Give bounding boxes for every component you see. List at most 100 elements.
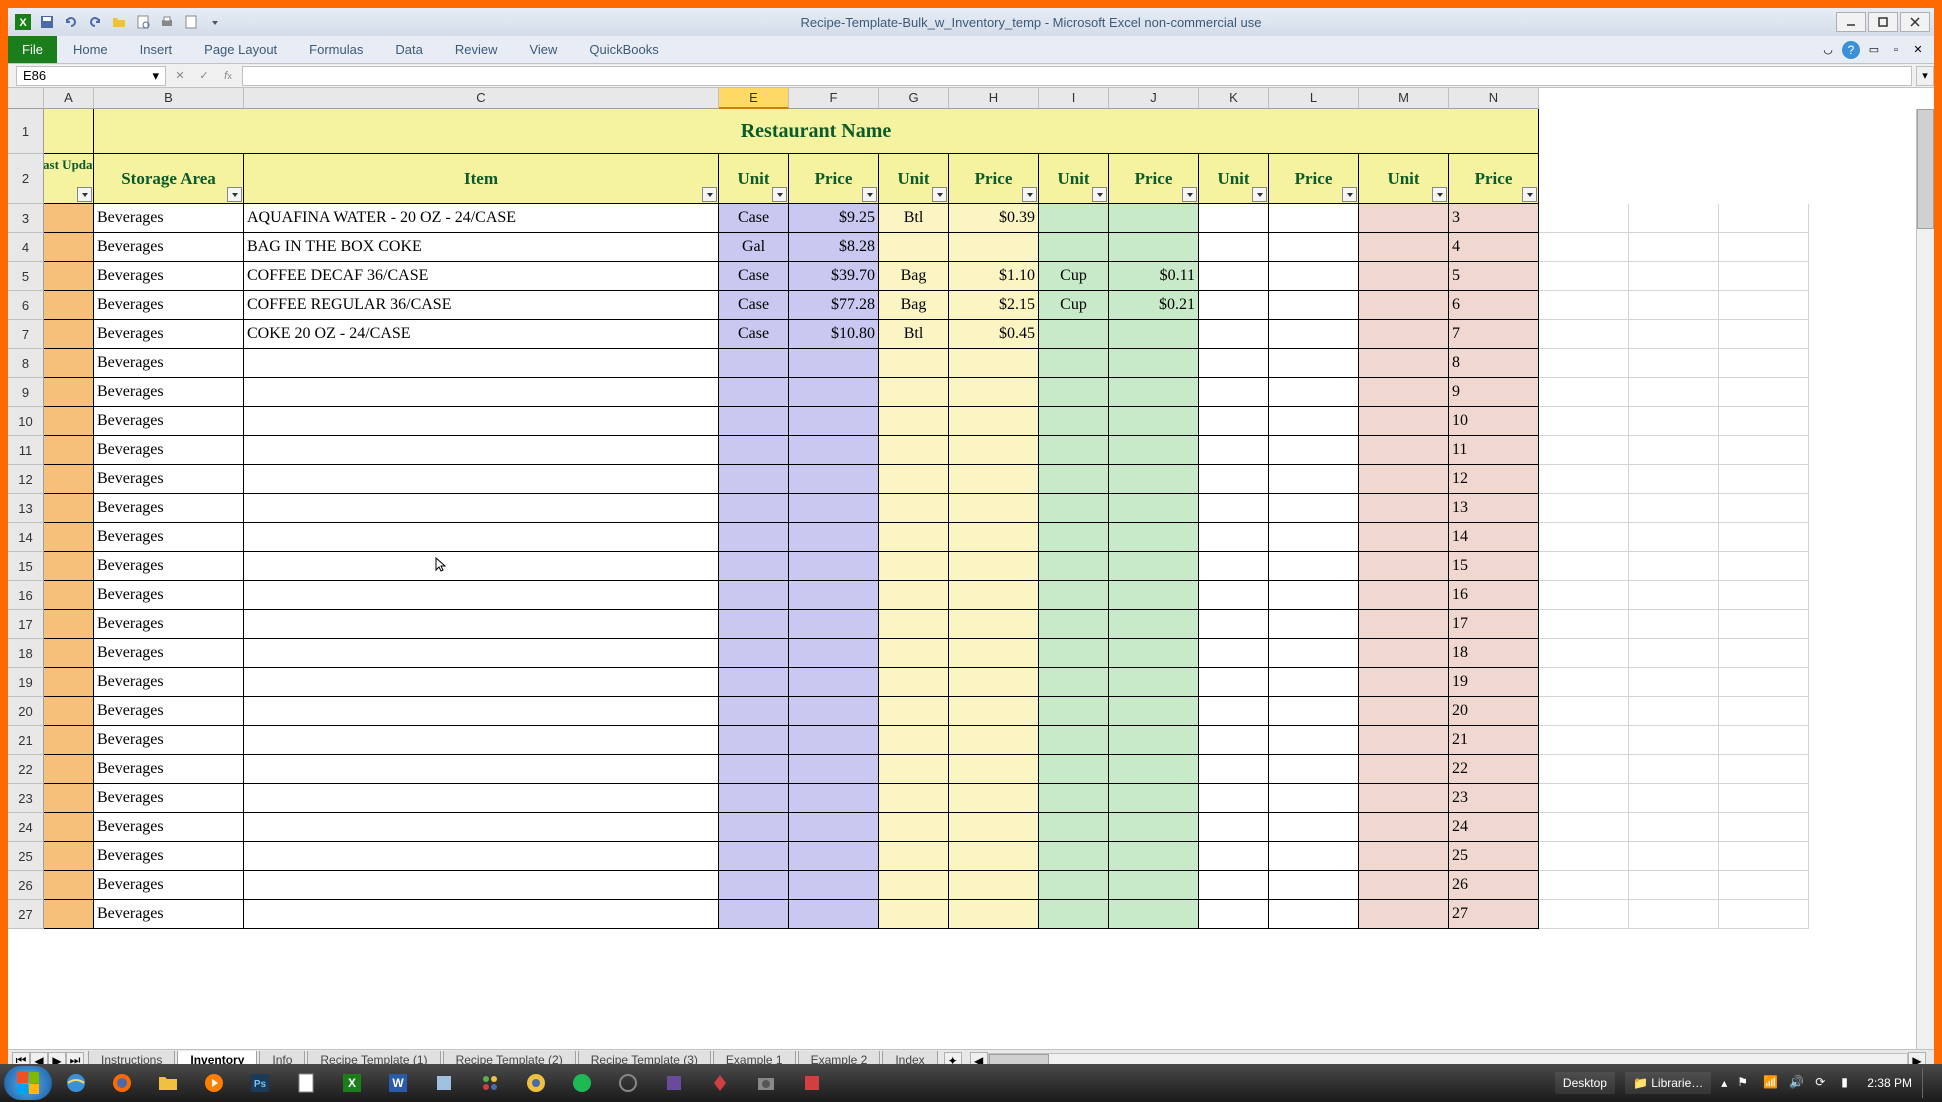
cell-J12[interactable]	[1109, 465, 1199, 494]
cell-G12[interactable]	[879, 465, 949, 494]
cell-blank[interactable]	[1719, 784, 1809, 813]
filter-button-K[interactable]	[1252, 187, 1267, 202]
row-header-26[interactable]: 26	[8, 871, 44, 900]
cell-blank[interactable]	[1539, 610, 1629, 639]
start-button[interactable]	[4, 1066, 52, 1100]
cell-F25[interactable]	[789, 842, 879, 871]
file-tab[interactable]: File	[8, 36, 57, 63]
cell-blank[interactable]	[1719, 755, 1809, 784]
cell-F5[interactable]: $39.70	[789, 262, 879, 291]
cell-blank[interactable]	[1719, 320, 1809, 349]
cell-M6[interactable]	[1359, 291, 1449, 320]
column-header-K[interactable]: K	[1199, 88, 1269, 109]
cell-blank[interactable]	[1539, 378, 1629, 407]
cell-F15[interactable]	[789, 552, 879, 581]
cell-blank[interactable]	[1629, 726, 1719, 755]
battery-icon[interactable]: ▮	[1841, 1075, 1857, 1091]
cell-K14[interactable]	[1199, 523, 1269, 552]
cell-L4[interactable]	[1269, 233, 1359, 262]
cell-C27[interactable]	[244, 900, 719, 929]
cell-B6[interactable]: Beverages	[94, 291, 244, 320]
cell-L6[interactable]	[1269, 291, 1359, 320]
cell-E9[interactable]	[719, 378, 789, 407]
cell-E16[interactable]	[719, 581, 789, 610]
cell-M10[interactable]	[1359, 407, 1449, 436]
cell-blank[interactable]	[1539, 755, 1629, 784]
cell-C16[interactable]	[244, 581, 719, 610]
cell-F11[interactable]	[789, 436, 879, 465]
open-icon[interactable]	[108, 11, 130, 33]
cell-L3[interactable]	[1269, 204, 1359, 233]
cell-F23[interactable]	[789, 784, 879, 813]
cell-M26[interactable]	[1359, 871, 1449, 900]
show-desktop-button[interactable]	[1922, 1068, 1930, 1098]
cell-K3[interactable]	[1199, 204, 1269, 233]
cell-L16[interactable]	[1269, 581, 1359, 610]
cell-I7[interactable]	[1039, 320, 1109, 349]
spotify-icon[interactable]	[560, 1066, 604, 1100]
cell-N10[interactable]: 10	[1449, 407, 1539, 436]
cell-H26[interactable]	[949, 871, 1039, 900]
cell-C6[interactable]: COFFEE REGULAR 36/CASE	[244, 291, 719, 320]
cell-A21[interactable]	[44, 726, 94, 755]
cell-A12[interactable]	[44, 465, 94, 494]
cell-M24[interactable]	[1359, 813, 1449, 842]
cell-H16[interactable]	[949, 581, 1039, 610]
app-icon-1[interactable]	[422, 1066, 466, 1100]
cell-N9[interactable]: 9	[1449, 378, 1539, 407]
cell-H20[interactable]	[949, 697, 1039, 726]
header-cell-G[interactable]: Unit	[879, 154, 949, 204]
cell-M8[interactable]	[1359, 349, 1449, 378]
notepad-icon[interactable]	[284, 1066, 328, 1100]
cell-M27[interactable]	[1359, 900, 1449, 929]
row-header-16[interactable]: 16	[8, 581, 44, 610]
cell-B10[interactable]: Beverages	[94, 407, 244, 436]
cell-M5[interactable]	[1359, 262, 1449, 291]
cell-C25[interactable]	[244, 842, 719, 871]
cell-N8[interactable]: 8	[1449, 349, 1539, 378]
cell-J15[interactable]	[1109, 552, 1199, 581]
cell-G9[interactable]	[879, 378, 949, 407]
row-header-15[interactable]: 15	[8, 552, 44, 581]
cell-F3[interactable]: $9.25	[789, 204, 879, 233]
ribbon-tab-page-layout[interactable]: Page Layout	[188, 36, 293, 63]
ribbon-close-icon[interactable]: ✕	[1910, 42, 1926, 58]
cell-A14[interactable]	[44, 523, 94, 552]
cell-I22[interactable]	[1039, 755, 1109, 784]
cell-F16[interactable]	[789, 581, 879, 610]
cell-blank[interactable]	[1539, 407, 1629, 436]
cell-blank[interactable]	[1629, 233, 1719, 262]
cell-M12[interactable]	[1359, 465, 1449, 494]
row-header-22[interactable]: 22	[8, 755, 44, 784]
cell-I24[interactable]	[1039, 813, 1109, 842]
cell-A6[interactable]	[44, 291, 94, 320]
cell-blank[interactable]	[1629, 291, 1719, 320]
cell-J26[interactable]	[1109, 871, 1199, 900]
header-cell-C[interactable]: Item	[244, 154, 719, 204]
ribbon-tab-review[interactable]: Review	[439, 36, 514, 63]
close-button[interactable]	[1900, 12, 1930, 32]
cell-E11[interactable]	[719, 436, 789, 465]
ie-icon[interactable]	[54, 1066, 98, 1100]
cell-F19[interactable]	[789, 668, 879, 697]
cell-G8[interactable]	[879, 349, 949, 378]
cell-C22[interactable]	[244, 755, 719, 784]
cell-blank[interactable]	[1629, 204, 1719, 233]
name-box-dropdown-icon[interactable]: ▾	[152, 68, 159, 84]
cell-B9[interactable]: Beverages	[94, 378, 244, 407]
cell-E14[interactable]	[719, 523, 789, 552]
cell-B15[interactable]: Beverages	[94, 552, 244, 581]
vertical-scroll-thumb[interactable]	[1917, 109, 1934, 229]
cell-A18[interactable]	[44, 639, 94, 668]
cell-H5[interactable]: $1.10	[949, 262, 1039, 291]
cell-J7[interactable]	[1109, 320, 1199, 349]
cell-J6[interactable]: $0.21	[1109, 291, 1199, 320]
cell-A9[interactable]	[44, 378, 94, 407]
column-header-E[interactable]: E	[719, 88, 789, 109]
cell-M20[interactable]	[1359, 697, 1449, 726]
cell-L23[interactable]	[1269, 784, 1359, 813]
volume-icon[interactable]: 🔊	[1789, 1075, 1805, 1091]
cell-C24[interactable]	[244, 813, 719, 842]
cell-G19[interactable]	[879, 668, 949, 697]
cell-G11[interactable]	[879, 436, 949, 465]
